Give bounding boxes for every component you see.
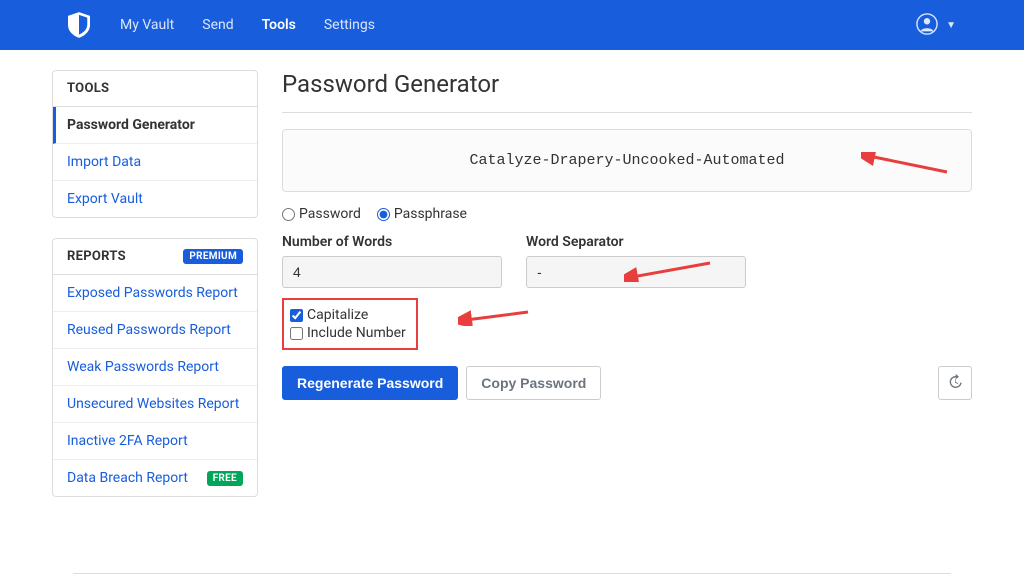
sidebar-item-exposed-passwords[interactable]: Exposed Passwords Report — [53, 275, 257, 312]
include-number-checkbox[interactable] — [290, 327, 303, 340]
premium-badge: PREMIUM — [183, 249, 243, 264]
generated-password-text: Catalyze-Drapery-Uncooked-Automated — [469, 152, 784, 169]
separator-label: Word Separator — [526, 234, 746, 250]
radio-password-label: Password — [299, 206, 361, 222]
sidebar-item-unsecured-websites[interactable]: Unsecured Websites Report — [53, 386, 257, 423]
sidebar: TOOLS Password Generator Import Data Exp… — [52, 70, 258, 517]
regenerate-button[interactable]: Regenerate Password — [282, 366, 458, 400]
copy-button[interactable]: Copy Password — [466, 366, 601, 400]
sidebar-item-import-data[interactable]: Import Data — [53, 144, 257, 181]
annotation-arrow-icon — [861, 152, 949, 176]
history-icon — [947, 374, 963, 393]
radio-password-input[interactable] — [282, 208, 295, 221]
sidebar-item-password-generator[interactable]: Password Generator — [53, 107, 257, 144]
type-radio-group: Password Passphrase — [282, 206, 972, 222]
sidebar-item-label: Data Breach Report — [67, 470, 188, 486]
generated-password-display: Catalyze-Drapery-Uncooked-Automated — [282, 129, 972, 192]
nav-settings[interactable]: Settings — [312, 3, 387, 47]
radio-passphrase-input[interactable] — [377, 208, 390, 221]
tools-heading: TOOLS — [53, 71, 257, 107]
capitalize-label: Capitalize — [307, 307, 368, 323]
annotation-arrow-icon — [458, 308, 530, 326]
history-button[interactable] — [938, 366, 972, 400]
reports-panel: REPORTS PREMIUM Exposed Passwords Report… — [52, 238, 258, 497]
separator-input[interactable] — [526, 256, 746, 288]
sidebar-item-data-breach[interactable]: Data Breach Report FREE — [53, 460, 257, 496]
shield-logo-icon[interactable] — [68, 11, 92, 39]
main-content: Password Generator Catalyze-Drapery-Unco… — [282, 70, 972, 517]
options-row: Number of Words Word Separator — [282, 234, 972, 288]
radio-passphrase[interactable]: Passphrase — [377, 206, 467, 222]
page-title: Password Generator — [282, 70, 972, 98]
sidebar-item-inactive-2fa[interactable]: Inactive 2FA Report — [53, 423, 257, 460]
button-group-left: Regenerate Password Copy Password — [282, 366, 601, 400]
sidebar-item-export-vault[interactable]: Export Vault — [53, 181, 257, 217]
radio-password[interactable]: Password — [282, 206, 361, 222]
tools-panel: TOOLS Password Generator Import Data Exp… — [52, 70, 258, 218]
sidebar-item-reused-passwords[interactable]: Reused Passwords Report — [53, 312, 257, 349]
capitalize-row: Capitalize — [290, 306, 406, 324]
sidebar-item-weak-passwords[interactable]: Weak Passwords Report — [53, 349, 257, 386]
checkbox-group-highlight: Capitalize Include Number — [282, 298, 418, 350]
num-words-label: Number of Words — [282, 234, 502, 250]
nav-tools[interactable]: Tools — [250, 3, 308, 47]
caret-down-icon: ▼ — [946, 20, 956, 31]
account-menu[interactable]: ▼ — [916, 13, 1004, 37]
top-nav: My Vault Send Tools Settings ▼ — [0, 0, 1024, 50]
user-avatar-icon — [916, 13, 940, 37]
title-divider — [282, 112, 972, 113]
reports-heading: REPORTS PREMIUM — [53, 239, 257, 275]
free-badge: FREE — [207, 471, 243, 486]
button-row: Regenerate Password Copy Password — [282, 366, 972, 400]
include-number-label: Include Number — [307, 325, 406, 341]
num-words-input[interactable] — [282, 256, 502, 288]
nav-my-vault[interactable]: My Vault — [108, 3, 186, 47]
radio-passphrase-label: Passphrase — [394, 206, 467, 222]
reports-heading-label: REPORTS — [67, 249, 126, 264]
separator-group: Word Separator — [526, 234, 746, 288]
capitalize-checkbox[interactable] — [290, 309, 303, 322]
num-words-group: Number of Words — [282, 234, 502, 288]
include-number-row: Include Number — [290, 324, 406, 342]
nav-send[interactable]: Send — [190, 3, 245, 47]
nav-left: My Vault Send Tools Settings — [20, 3, 387, 47]
